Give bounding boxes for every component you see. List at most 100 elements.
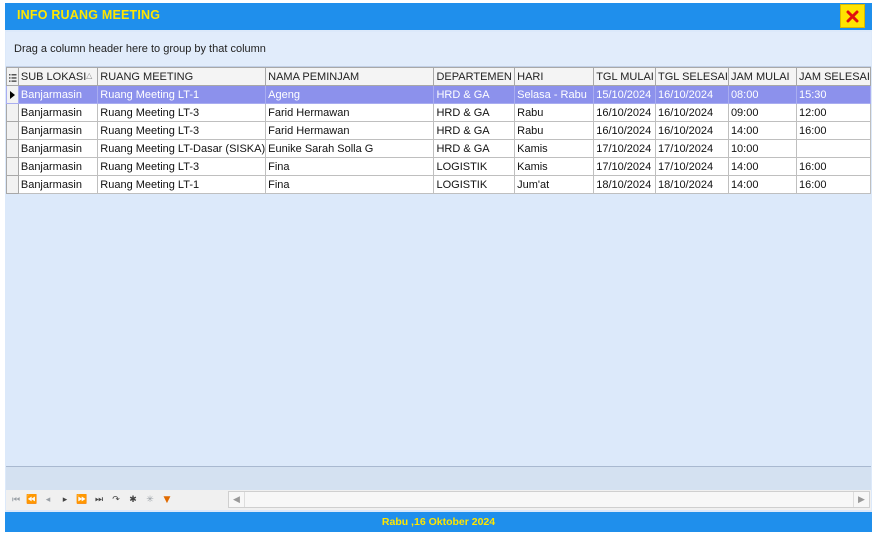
- table-cell[interactable]: 15:30: [796, 85, 871, 104]
- table-cell[interactable]: 16/10/2024: [655, 103, 729, 122]
- table-cell[interactable]: Banjarmasin: [17, 139, 99, 158]
- table-cell[interactable]: 16/10/2024: [655, 121, 729, 140]
- table-cell[interactable]: 15/10/2024: [593, 85, 657, 104]
- window-title: INFO RUANG MEETING: [17, 8, 161, 22]
- table-cell[interactable]: Farid Hermawan: [265, 121, 435, 140]
- row-indicator[interactable]: [6, 121, 19, 140]
- column-header-departemen[interactable]: DEPARTEMEN: [433, 67, 516, 86]
- table-cell[interactable]: Banjarmasin: [17, 175, 99, 194]
- row-indicator[interactable]: [6, 157, 19, 176]
- prev-record-icon[interactable]: ◂: [41, 494, 55, 506]
- table-cell[interactable]: 17/10/2024: [593, 157, 657, 176]
- column-header-hari[interactable]: HARI: [514, 67, 595, 86]
- table-cell[interactable]: 16:00: [796, 175, 871, 194]
- table-row[interactable]: Banjarmasin Ruang Meeting LT-1 Ageng HRD…: [6, 85, 871, 104]
- column-chooser-button[interactable]: [6, 67, 19, 86]
- table-cell[interactable]: LOGISTIK: [433, 157, 516, 176]
- close-button[interactable]: [840, 4, 865, 28]
- table-cell[interactable]: 17/10/2024: [655, 139, 729, 158]
- column-header-sub-lokasi[interactable]: SUB LOKASI △: [17, 67, 99, 86]
- table-cell[interactable]: Ruang Meeting LT-3: [97, 157, 267, 176]
- table-cell[interactable]: 09:00: [727, 103, 798, 122]
- table-cell[interactable]: LOGISTIK: [433, 175, 516, 194]
- table-cell[interactable]: 14:00: [727, 121, 798, 140]
- table-cell[interactable]: Ruang Meeting LT-3: [97, 103, 267, 122]
- table-row[interactable]: Banjarmasin Ruang Meeting LT-3 Farid Her…: [6, 121, 871, 140]
- table-cell[interactable]: Banjarmasin: [17, 121, 99, 140]
- column-header-tgl-selesai[interactable]: TGL SELESAI: [655, 67, 729, 86]
- table-cell[interactable]: Banjarmasin: [17, 103, 99, 122]
- table-cell[interactable]: 17/10/2024: [655, 157, 729, 176]
- column-header-ruang-meeting[interactable]: RUANG MEETING: [97, 67, 267, 86]
- table-cell[interactable]: Jum'at: [514, 175, 595, 194]
- table-cell[interactable]: [796, 139, 871, 158]
- table-cell[interactable]: Eunike Sarah Solla G: [265, 139, 435, 158]
- meeting-table: SUB LOKASI △ RUANG MEETING NAMA PEMINJAM …: [6, 67, 871, 194]
- table-cell[interactable]: Selasa - Rabu: [514, 85, 595, 104]
- table-cell[interactable]: Kamis: [514, 139, 595, 158]
- row-indicator[interactable]: [6, 175, 19, 194]
- table-cell[interactable]: HRD & GA: [433, 85, 516, 104]
- delete-record-icon[interactable]: ✳: [143, 494, 157, 506]
- table-cell[interactable]: 12:00: [796, 103, 871, 122]
- table-cell[interactable]: Fina: [265, 175, 435, 194]
- scroll-right-icon[interactable]: ▶: [853, 492, 869, 507]
- table-cell[interactable]: 14:00: [727, 175, 798, 194]
- column-header-nama-peminjam[interactable]: NAMA PEMINJAM: [265, 67, 435, 86]
- table-cell[interactable]: Ruang Meeting LT-Dasar (SISKA): [97, 139, 267, 158]
- table-cell[interactable]: HRD & GA: [433, 139, 516, 158]
- append-record-icon[interactable]: ✱: [126, 494, 140, 506]
- table-cell[interactable]: Rabu: [514, 103, 595, 122]
- table-cell[interactable]: 17/10/2024: [593, 139, 657, 158]
- table-cell[interactable]: 10:00: [727, 139, 798, 158]
- table-cell[interactable]: Ruang Meeting LT-1: [97, 85, 267, 104]
- column-header-label: JAM MULAI: [730, 70, 790, 83]
- next-record-icon[interactable]: ▸: [58, 494, 72, 506]
- table-cell[interactable]: 16/10/2024: [593, 103, 657, 122]
- table-cell[interactable]: 16:00: [796, 157, 871, 176]
- column-header-jam-selesai[interactable]: JAM SELESAI: [796, 67, 871, 86]
- table-cell[interactable]: HRD & GA: [433, 103, 516, 122]
- table-cell[interactable]: Banjarmasin: [17, 85, 99, 104]
- table-cell[interactable]: Fina: [265, 157, 435, 176]
- row-indicator[interactable]: [6, 85, 19, 104]
- last-page-icon[interactable]: ⏭: [92, 494, 106, 506]
- first-page-icon[interactable]: ⏮: [9, 494, 23, 506]
- column-list-icon: [9, 74, 17, 82]
- table-cell[interactable]: Ruang Meeting LT-1: [97, 175, 267, 194]
- table-cell[interactable]: Farid Hermawan: [265, 103, 435, 122]
- table-cell[interactable]: Ageng: [265, 85, 435, 104]
- column-header-jam-mulai[interactable]: JAM MULAI: [727, 67, 798, 86]
- scroll-left-icon[interactable]: ◀: [229, 492, 245, 507]
- table-row[interactable]: Banjarmasin Ruang Meeting LT-Dasar (SISK…: [6, 139, 871, 158]
- column-header-tgl-mulai[interactable]: TGL MULAI: [593, 67, 657, 86]
- table-cell[interactable]: 18/10/2024: [655, 175, 729, 194]
- table-row[interactable]: Banjarmasin Ruang Meeting LT-3 Fina LOGI…: [6, 157, 871, 176]
- column-header-label: TGL MULAI: [596, 70, 654, 83]
- table-row[interactable]: Banjarmasin Ruang Meeting LT-3 Farid Her…: [6, 103, 871, 122]
- table-cell[interactable]: 16/10/2024: [655, 85, 729, 104]
- table-cell[interactable]: Rabu: [514, 121, 595, 140]
- next-page-icon[interactable]: ⏩: [75, 494, 89, 506]
- table-row[interactable]: Banjarmasin Ruang Meeting LT-1 Fina LOGI…: [6, 175, 871, 194]
- table-cell[interactable]: 16/10/2024: [593, 121, 657, 140]
- horizontal-scrollbar[interactable]: ◀ ▶: [228, 491, 870, 508]
- filter-icon[interactable]: ▼: [160, 494, 174, 506]
- title-bar: INFO RUANG MEETING: [5, 3, 872, 30]
- table-cell[interactable]: 16:00: [796, 121, 871, 140]
- prev-page-icon[interactable]: ⏪: [25, 494, 39, 506]
- row-indicator[interactable]: [6, 139, 19, 158]
- column-header-label: RUANG MEETING: [100, 70, 194, 83]
- table-cell[interactable]: 18/10/2024: [593, 175, 657, 194]
- table-cell[interactable]: HRD & GA: [433, 121, 516, 140]
- table-cell[interactable]: 08:00: [727, 85, 798, 104]
- refresh-icon[interactable]: ↷: [109, 494, 123, 506]
- table-cell[interactable]: Banjarmasin: [17, 157, 99, 176]
- table-cell[interactable]: Ruang Meeting LT-3: [97, 121, 267, 140]
- status-bar: Rabu ,16 Oktober 2024: [5, 512, 872, 532]
- row-indicator[interactable]: [6, 103, 19, 122]
- sort-ascending-icon: △: [86, 71, 93, 80]
- table-cell[interactable]: 14:00: [727, 157, 798, 176]
- table-cell[interactable]: Kamis: [514, 157, 595, 176]
- group-by-panel[interactable]: Drag a column header here to group by th…: [6, 32, 871, 67]
